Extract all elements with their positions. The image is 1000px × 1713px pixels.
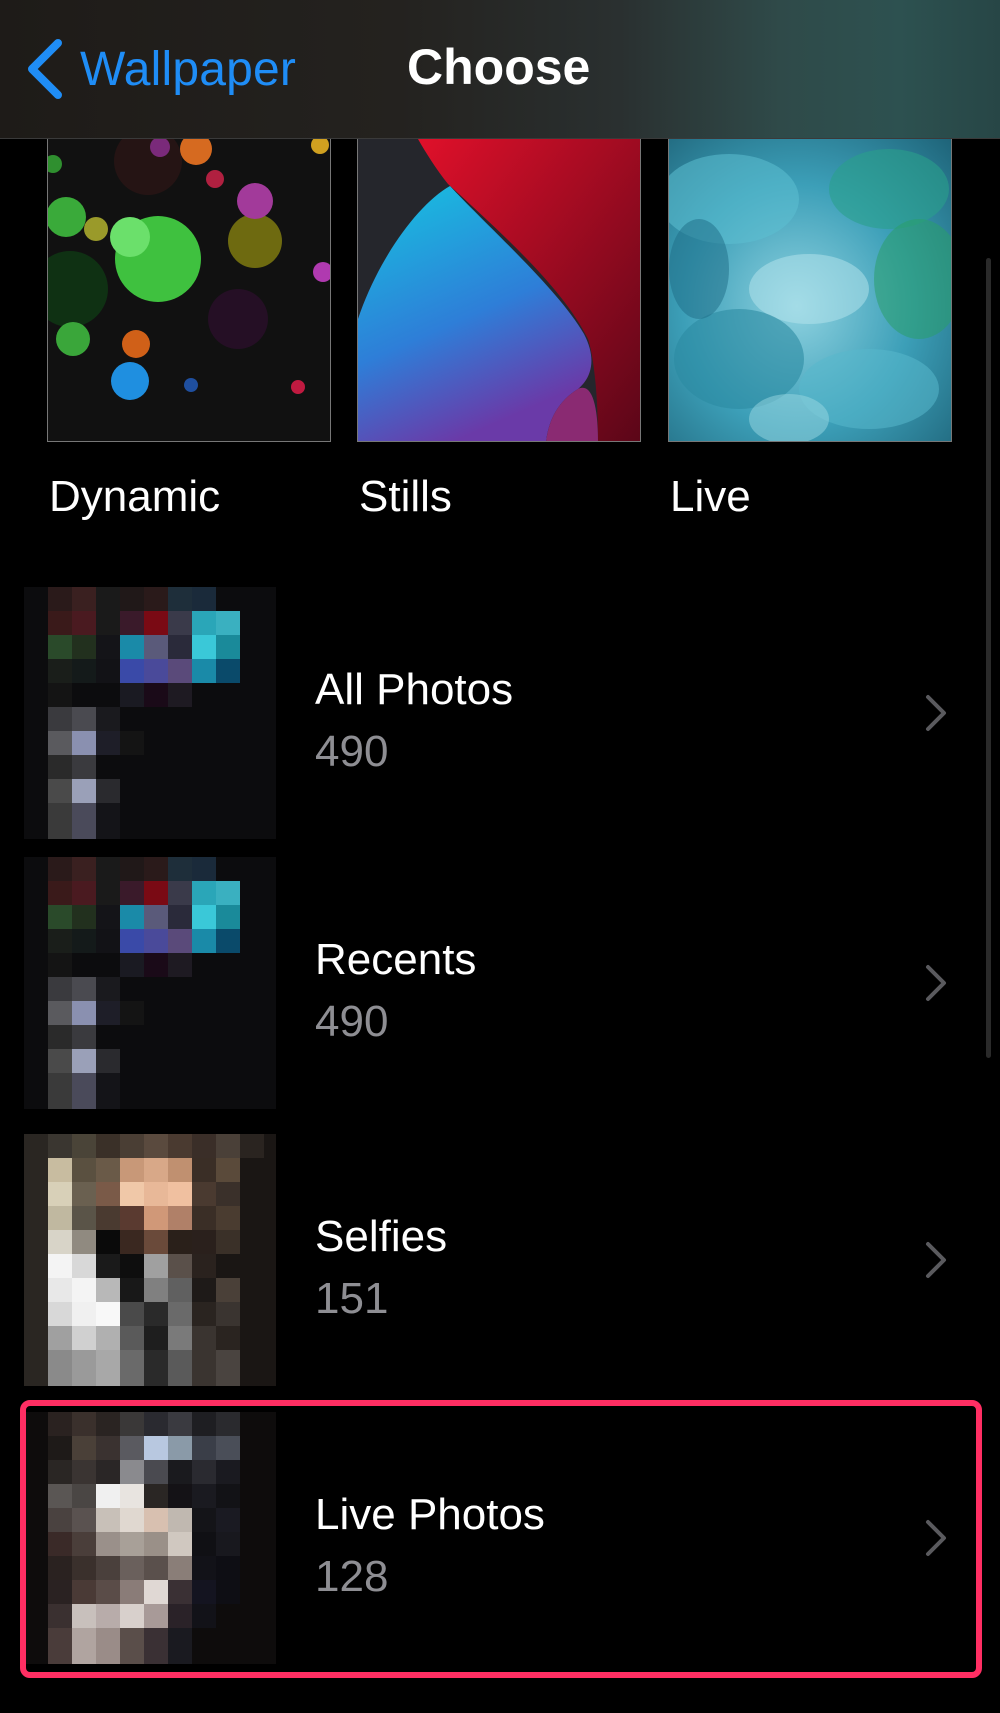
- album-count: 128: [315, 1552, 389, 1601]
- album-title: Recents: [315, 935, 477, 984]
- back-label: Wallpaper: [80, 42, 297, 96]
- category-label-dynamic: Dynamic: [49, 472, 221, 521]
- category-label-live: Live: [670, 472, 751, 521]
- stills-wallpaper-thumbnail: [357, 138, 641, 442]
- album-thumbnail: [24, 1412, 276, 1664]
- album-count: 490: [315, 997, 389, 1046]
- chevron-right-icon: [926, 1520, 946, 1556]
- category-dynamic[interactable]: Dynamic: [47, 138, 331, 521]
- navigation-bar: Wallpaper Choose: [0, 0, 1000, 139]
- album-title: Selfies: [315, 1212, 448, 1261]
- album-thumbnail: [24, 857, 276, 1109]
- album-row-selfies[interactable]: Selfies 151: [0, 1134, 1000, 1388]
- album-row-all-photos[interactable]: All Photos 490: [0, 587, 1000, 841]
- chevron-right-icon: [926, 695, 946, 731]
- album-thumbnail: [24, 1134, 276, 1386]
- category-label-stills: Stills: [359, 472, 452, 521]
- album-row-live-photos[interactable]: Live Photos 128: [0, 1412, 1000, 1666]
- live-wallpaper-thumbnail: [668, 138, 952, 442]
- album-count: 151: [315, 1274, 389, 1323]
- album-count: 490: [315, 727, 389, 776]
- album-title: Live Photos: [315, 1490, 545, 1539]
- chevron-right-icon: [926, 965, 946, 1001]
- chevron-right-icon: [926, 1242, 946, 1278]
- album-row-recents[interactable]: Recents 490: [0, 857, 1000, 1111]
- page-title: Choose: [407, 39, 591, 95]
- category-live[interactable]: Live: [668, 138, 952, 521]
- album-thumbnail: [24, 587, 276, 839]
- album-title: All Photos: [315, 665, 514, 714]
- chevron-left-icon: [28, 39, 62, 99]
- category-stills[interactable]: Stills: [357, 138, 641, 521]
- dynamic-wallpaper-thumbnail: [47, 138, 331, 442]
- back-button[interactable]: Wallpaper: [24, 34, 296, 104]
